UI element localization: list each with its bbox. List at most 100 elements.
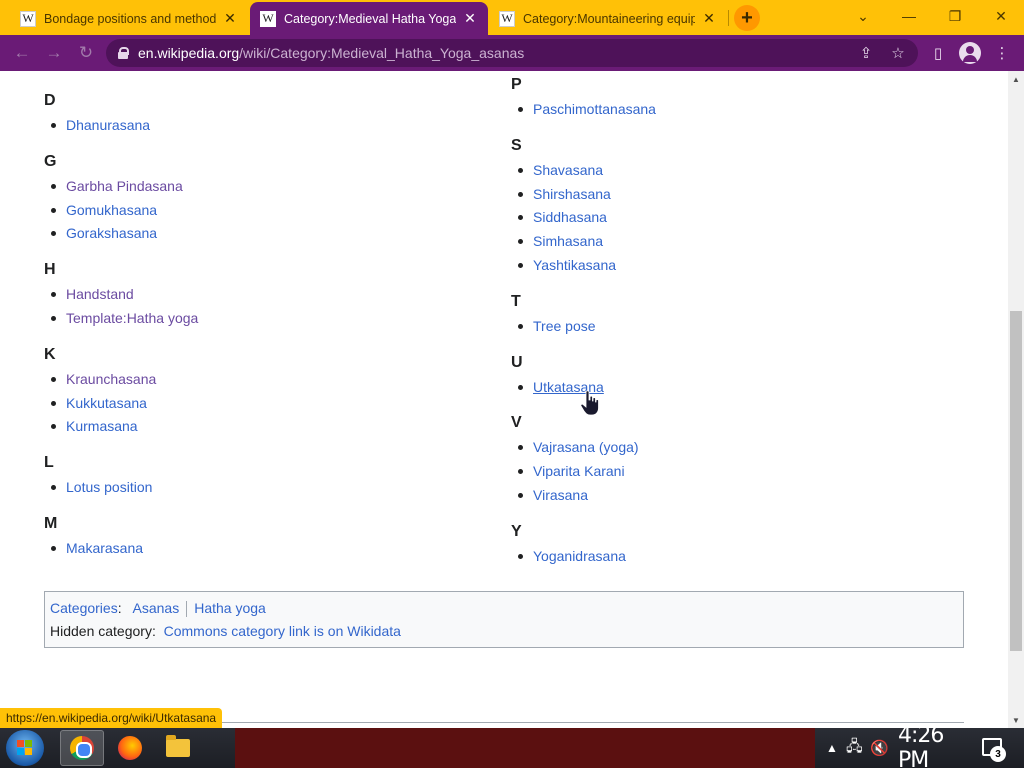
bookmark-star-icon[interactable]: ☆ xyxy=(884,39,912,67)
tab-strip: W Bondage positions and methods ✕ W Category… xyxy=(0,0,1024,35)
tab-separator xyxy=(728,10,729,26)
scrollbar-thumb[interactable] xyxy=(1010,311,1022,651)
list-item: Template:Hatha yoga xyxy=(44,306,464,330)
address-bar[interactable]: en.wikipedia.org/wiki/Category:Medieval_… xyxy=(106,39,918,67)
categories-link[interactable]: Categories xyxy=(50,600,118,616)
back-button[interactable]: ← xyxy=(11,42,33,64)
page-link[interactable]: Template:Hatha yoga xyxy=(66,310,198,326)
reload-button[interactable]: ↻ xyxy=(75,42,97,64)
tab-search-button[interactable]: ⌄ xyxy=(840,0,886,32)
browser-tab[interactable]: W Category:Medieval Hatha Yoga ✕ xyxy=(250,2,488,35)
page-link[interactable]: Lotus position xyxy=(66,479,152,495)
close-tab-icon[interactable]: ✕ xyxy=(462,10,478,27)
page-link[interactable]: Paschimottanasana xyxy=(533,101,656,117)
side-panel-icon[interactable]: ▯ xyxy=(927,42,949,64)
forward-button[interactable]: → xyxy=(43,42,65,64)
close-tab-icon[interactable]: ✕ xyxy=(222,10,238,27)
list-item: Handstand xyxy=(44,282,464,306)
browser-tab[interactable]: W Category:Mountaineering equip ✕ xyxy=(489,2,727,35)
profile-avatar[interactable] xyxy=(959,42,981,64)
page-link[interactable]: Makarasana xyxy=(66,540,143,556)
letter-group: S Shavasana Shirshasana Siddhasana Simhasana… xyxy=(511,133,951,289)
page-link[interactable]: Viparita Karani xyxy=(533,463,625,479)
share-icon[interactable]: ⇪ xyxy=(852,39,880,67)
link-status-bubble: https://en.wikipedia.org/wiki/Utkatasana xyxy=(0,708,223,728)
page-link[interactable]: Handstand xyxy=(66,286,134,302)
page-link[interactable]: Yoganidrasana xyxy=(533,548,626,564)
list-item: Virasana xyxy=(511,483,951,507)
lock-icon[interactable] xyxy=(118,47,129,59)
letter-heading: U xyxy=(511,353,523,371)
letter-group: V Vajrasana (yoga) Viparita Karani Virasana xyxy=(511,410,951,518)
file-explorer-taskbar-button[interactable] xyxy=(156,730,200,766)
letter-group: G Garbha Pindasana Gomukhasana Gorakshasana xyxy=(44,149,464,257)
page-link[interactable]: Virasana xyxy=(533,487,588,503)
volume-muted-icon[interactable]: 🔇 xyxy=(870,728,889,768)
letter-group: M Makarasana xyxy=(44,511,464,572)
scroll-up-arrow-icon[interactable]: ▲ xyxy=(1008,71,1024,87)
list-item: Shavasana xyxy=(511,158,951,182)
list-item: Gomukhasana xyxy=(44,198,464,222)
list-item: Viparita Karani xyxy=(511,459,951,483)
taskbar-clock[interactable]: 4:26 PM xyxy=(898,723,964,773)
page-link[interactable]: Shavasana xyxy=(533,162,603,178)
close-window-button[interactable]: ✕ xyxy=(978,0,1024,32)
list-item: Vajrasana (yoga) xyxy=(511,435,951,459)
page-link[interactable]: Garbha Pindasana xyxy=(66,178,183,194)
letter-group: U Utkatasana xyxy=(511,350,951,411)
page-link[interactable]: Dhanurasana xyxy=(66,117,150,133)
restore-button[interactable]: ❐ xyxy=(932,0,978,32)
letter-group: P Paschimottanasana xyxy=(511,72,951,133)
page-link[interactable]: Kraunchasana xyxy=(66,371,156,387)
scroll-down-arrow-icon[interactable]: ▼ xyxy=(1008,712,1024,728)
letter-heading: V xyxy=(511,414,522,432)
page-link[interactable]: Gomukhasana xyxy=(66,202,157,218)
page-link[interactable]: Siddhasana xyxy=(533,209,607,225)
category-hatha-yoga-link[interactable]: Hatha yoga xyxy=(194,600,266,616)
new-tab-button[interactable]: + xyxy=(734,5,760,31)
url-text[interactable]: en.wikipedia.org/wiki/Category:Medieval_… xyxy=(138,45,524,61)
letter-heading: M xyxy=(44,514,58,532)
minimize-button[interactable]: — xyxy=(886,0,932,32)
tray-expand-icon[interactable]: ▲ xyxy=(826,728,838,768)
categories-row: Categories: Asanas Hatha yoga xyxy=(50,600,266,618)
page-link[interactable]: Gorakshasana xyxy=(66,225,157,241)
start-button[interactable] xyxy=(6,730,44,766)
network-icon[interactable]: 🖧 xyxy=(846,728,863,768)
list-item: Shirshasana xyxy=(511,182,951,206)
firefox-taskbar-button[interactable] xyxy=(108,730,152,766)
list-item: Makarasana xyxy=(44,536,464,560)
letter-heading: L xyxy=(44,454,54,472)
list-item: Kraunchasana xyxy=(44,367,464,391)
page-list: Tree pose xyxy=(511,314,951,350)
page-content: D Dhanurasana G Garbha Pindasana Gomukhasana… xyxy=(0,71,1008,728)
hand-cursor-icon xyxy=(580,390,599,416)
page-link[interactable]: Tree pose xyxy=(533,318,596,334)
page-link[interactable]: Kukkutasana xyxy=(66,395,147,411)
page-list: Lotus position xyxy=(44,475,464,511)
page-link[interactable]: Vajrasana (yoga) xyxy=(533,439,639,455)
page-link[interactable]: Kurmasana xyxy=(66,418,138,434)
hidden-categories-row: Hidden category: Commons category link i… xyxy=(50,621,958,644)
category-asanas-link[interactable]: Asanas xyxy=(133,600,180,616)
page-link[interactable]: Yashtikasana xyxy=(533,257,616,273)
hidden-category-link[interactable]: Commons category link is on Wikidata xyxy=(164,623,401,639)
restore-icon: ❐ xyxy=(948,7,962,24)
page-link[interactable]: Shirshasana xyxy=(533,186,611,202)
file-explorer-icon xyxy=(166,735,190,757)
browser-tab[interactable]: W Bondage positions and methods ✕ xyxy=(10,2,248,35)
close-icon: ✕ xyxy=(995,7,1007,24)
page-link[interactable]: Simhasana xyxy=(533,233,603,249)
menu-icon[interactable]: ⋮ xyxy=(991,42,1013,64)
close-tab-icon[interactable]: ✕ xyxy=(701,10,717,27)
chrome-icon xyxy=(70,736,94,760)
reload-icon: ↻ xyxy=(78,43,94,62)
page-scrollbar[interactable]: ▲ ▼ xyxy=(1008,71,1024,728)
page-list: Kraunchasana Kukkutasana Kurmasana xyxy=(44,367,464,450)
chrome-taskbar-button[interactable] xyxy=(60,730,104,766)
wikipedia-icon: W xyxy=(260,10,276,27)
list-item: Gorakshasana xyxy=(44,221,464,245)
letter-group: T Tree pose xyxy=(511,289,951,350)
letter-group: L Lotus position xyxy=(44,450,464,511)
letter-group: H Handstand Template:Hatha yoga xyxy=(44,257,464,342)
